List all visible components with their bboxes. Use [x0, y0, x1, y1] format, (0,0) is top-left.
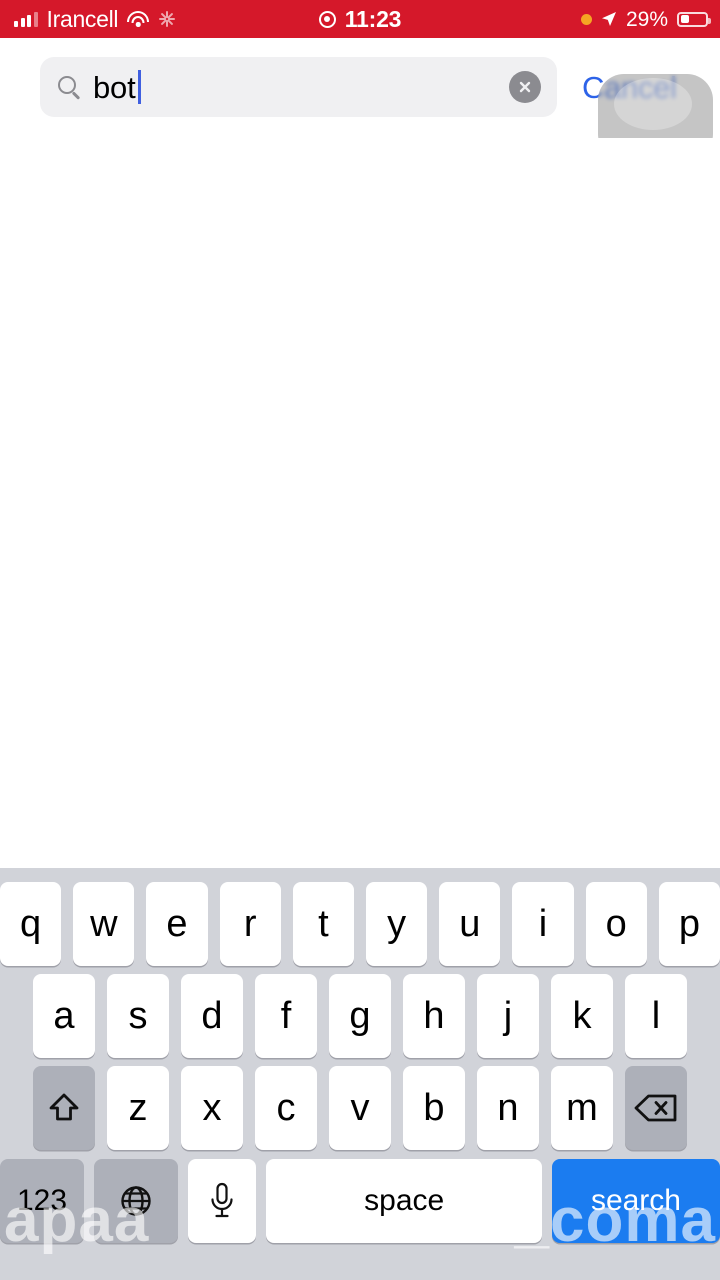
key-l[interactable]: l: [625, 974, 687, 1058]
key-q[interactable]: q: [0, 882, 62, 966]
keyboard-row-1: q w e r t y u i o p: [0, 878, 720, 970]
clear-circle-x-icon[interactable]: [509, 71, 541, 103]
key-b[interactable]: b: [403, 1066, 465, 1150]
magnifier-icon: [58, 75, 81, 99]
record-indicator-icon: [318, 10, 336, 28]
space-key[interactable]: space: [266, 1159, 542, 1243]
key-a[interactable]: a: [33, 974, 95, 1058]
status-bar-right: 29%: [580, 7, 711, 31]
key-o[interactable]: o: [585, 882, 647, 966]
key-w[interactable]: w: [73, 882, 135, 966]
key-g[interactable]: g: [329, 974, 391, 1058]
backspace-delete-icon: [634, 1094, 677, 1122]
globe-language-icon: [121, 1186, 151, 1216]
status-bar-clock: 11:23: [344, 5, 402, 32]
search-key[interactable]: search: [551, 1159, 720, 1243]
key-t[interactable]: t: [292, 882, 354, 966]
signal-bars-icon: [14, 11, 38, 27]
wifi-icon: [127, 11, 150, 27]
key-n[interactable]: n: [477, 1066, 539, 1150]
status-bar: Irancell 11:23 29%: [0, 0, 720, 38]
shift-key[interactable]: [33, 1066, 95, 1150]
key-z[interactable]: z: [107, 1066, 169, 1150]
search-bar-row: bot Cancel: [0, 38, 720, 160]
backspace-key[interactable]: [625, 1066, 687, 1150]
key-y[interactable]: y: [366, 882, 428, 966]
text-cursor: [137, 70, 141, 104]
key-v[interactable]: v: [329, 1066, 391, 1150]
key-e[interactable]: e: [146, 882, 208, 966]
carrier-name: Irancell: [46, 5, 119, 32]
activity-spinner-icon: [158, 11, 175, 28]
key-m[interactable]: m: [551, 1066, 613, 1150]
key-i[interactable]: i: [512, 882, 574, 966]
battery-icon: [677, 11, 711, 27]
key-d[interactable]: d: [181, 974, 243, 1058]
status-bar-left: Irancell: [0, 5, 175, 32]
battery-percent: 29%: [625, 7, 668, 31]
key-s[interactable]: s: [107, 974, 169, 1058]
key-h[interactable]: h: [403, 974, 465, 1058]
key-c[interactable]: c: [255, 1066, 317, 1150]
orange-status-dot-icon: [580, 13, 592, 25]
shift-arrow-icon: [49, 1093, 79, 1121]
dictation-key[interactable]: [188, 1159, 257, 1243]
key-u[interactable]: u: [439, 882, 501, 966]
location-arrow-icon: [601, 12, 616, 26]
search-query-text: bot: [93, 69, 136, 105]
keyboard-row-4: 123 space search: [0, 1154, 720, 1248]
key-p[interactable]: p: [658, 882, 720, 966]
key-r[interactable]: r: [219, 882, 281, 966]
phone-screen: Irancell 11:23 29% bot q w e r t y u i o…: [0, 0, 720, 1280]
microphone-icon: [211, 1182, 233, 1218]
key-x[interactable]: x: [181, 1066, 243, 1150]
keyboard-row-3: z x c v b n m: [0, 1062, 720, 1154]
onscreen-keyboard: q w e r t y u i o p a s d f g h j k l z …: [0, 868, 720, 1280]
numbers-key[interactable]: 123: [0, 1159, 85, 1243]
search-results-area: [0, 138, 720, 868]
search-input[interactable]: bot: [40, 57, 557, 117]
key-j[interactable]: j: [477, 974, 539, 1058]
keyboard-row-2: a s d f g h j k l: [0, 970, 720, 1062]
key-f[interactable]: f: [255, 974, 317, 1058]
language-key[interactable]: [94, 1159, 179, 1243]
key-k[interactable]: k: [551, 974, 613, 1058]
